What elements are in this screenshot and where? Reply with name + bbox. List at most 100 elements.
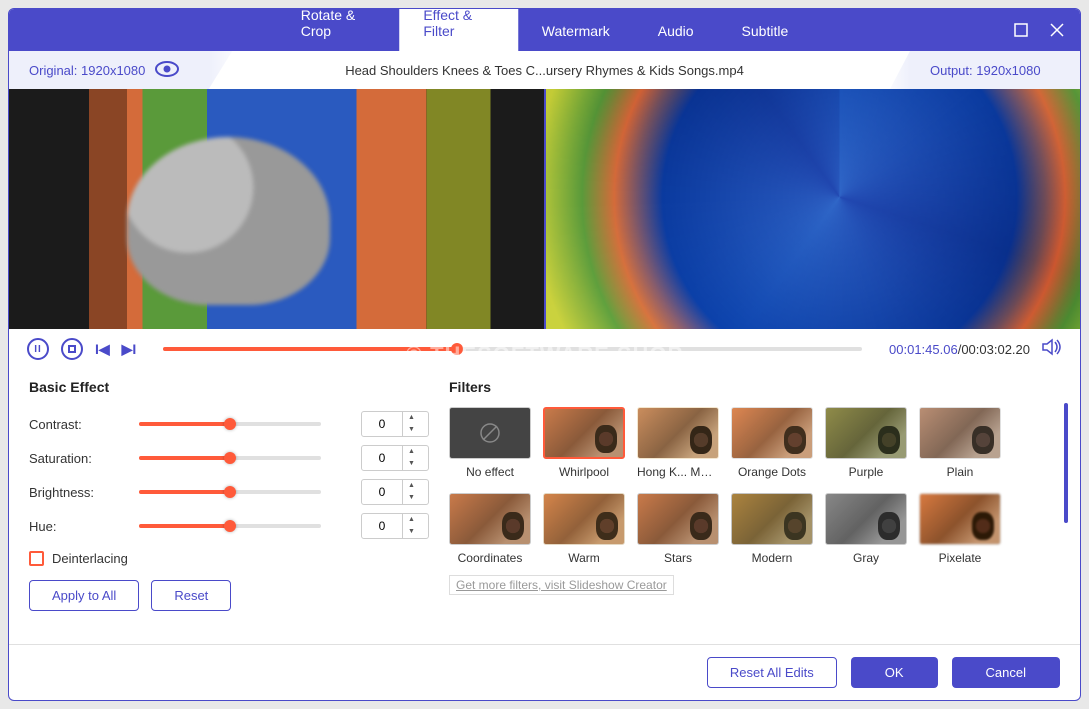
- info-bar: Original: 1920x1080 Head Shoulders Knees…: [9, 51, 1080, 89]
- deinterlacing-label: Deinterlacing: [52, 551, 128, 566]
- filter-label: Modern: [752, 551, 793, 565]
- timeline-slider[interactable]: [163, 347, 862, 351]
- contrast-thumb[interactable]: [224, 418, 236, 430]
- original-frame: [9, 89, 544, 329]
- filter-orange-dots[interactable]: Orange Dots: [731, 407, 813, 479]
- filters-scrollbar[interactable]: [1064, 403, 1068, 523]
- filter-label: Plain: [947, 465, 974, 479]
- filter-no-effect[interactable]: No effect: [449, 407, 531, 479]
- hue-up[interactable]: ▲: [403, 514, 420, 526]
- titlebar: Rotate & Crop Effect & Filter Watermark …: [9, 9, 1080, 51]
- filters-grid: No effect Whirlpool Hong K... Movie Oran…: [449, 407, 1060, 565]
- pause-button[interactable]: II: [27, 338, 49, 360]
- filter-hongk-movie[interactable]: Hong K... Movie: [637, 407, 719, 479]
- filename-label: Head Shoulders Knees & Toes C...ursery R…: [345, 63, 744, 78]
- filter-label: No effect: [466, 465, 514, 479]
- filter-plain[interactable]: Plain: [919, 407, 1001, 479]
- time-current: 00:01:45.06: [889, 342, 958, 357]
- footer: Reset All Edits OK Cancel: [9, 644, 1080, 700]
- original-resolution: Original: 1920x1080: [9, 51, 244, 89]
- pause-icon: II: [34, 344, 42, 355]
- contrast-down[interactable]: ▼: [403, 424, 420, 436]
- filter-whirlpool[interactable]: Whirlpool: [543, 407, 625, 479]
- filter-pixelate[interactable]: Pixelate: [919, 493, 1001, 565]
- filter-label: Gray: [853, 551, 879, 565]
- filter-label: Pixelate: [939, 551, 982, 565]
- tab-effect-filter[interactable]: Effect & Filter: [399, 8, 517, 51]
- saturation-row: Saturation: ▲▼: [29, 441, 429, 475]
- filter-label: Purple: [849, 465, 884, 479]
- reset-all-edits-button[interactable]: Reset All Edits: [707, 657, 837, 688]
- filter-stars[interactable]: Stars: [637, 493, 719, 565]
- more-filters-link[interactable]: Get more filters, visit Slideshow Creato…: [449, 575, 674, 595]
- filter-modern[interactable]: Modern: [731, 493, 813, 565]
- filter-purple[interactable]: Purple: [825, 407, 907, 479]
- saturation-slider[interactable]: [139, 456, 321, 460]
- filter-gray[interactable]: Gray: [825, 493, 907, 565]
- next-frame-button[interactable]: ▶I: [122, 341, 137, 358]
- contrast-slider[interactable]: [139, 422, 321, 426]
- brightness-input[interactable]: [362, 485, 402, 499]
- contrast-up[interactable]: ▲: [403, 412, 420, 424]
- filters-title: Filters: [449, 379, 1060, 395]
- brightness-down[interactable]: ▼: [403, 492, 420, 504]
- hue-input[interactable]: [362, 519, 402, 533]
- hue-down[interactable]: ▼: [403, 526, 420, 538]
- brightness-field[interactable]: ▲▼: [361, 479, 429, 505]
- saturation-down[interactable]: ▼: [403, 458, 420, 470]
- tab-watermark[interactable]: Watermark: [518, 13, 634, 51]
- filter-warm[interactable]: Warm: [543, 493, 625, 565]
- brightness-up[interactable]: ▲: [403, 480, 420, 492]
- filter-thumb: [731, 493, 813, 545]
- hue-field[interactable]: ▲▼: [361, 513, 429, 539]
- brightness-slider[interactable]: [139, 490, 321, 494]
- preview-area: © THESOFTWARE.SHOP: [9, 89, 1080, 329]
- filter-thumb-none: [449, 407, 531, 459]
- output-label: Output: 1920x1080: [930, 63, 1041, 78]
- workspace: Basic Effect Contrast: ▲▼ Saturation: ▲▼…: [9, 369, 1080, 644]
- filter-label: Whirlpool: [559, 465, 609, 479]
- filter-label: Warm: [568, 551, 600, 565]
- prev-frame-button[interactable]: I◀: [95, 341, 110, 358]
- hue-slider[interactable]: [139, 524, 321, 528]
- timeline-thumb[interactable]: [451, 343, 463, 355]
- brightness-thumb[interactable]: [224, 486, 236, 498]
- cancel-button[interactable]: Cancel: [952, 657, 1060, 688]
- filter-label: Stars: [664, 551, 692, 565]
- saturation-input[interactable]: [362, 451, 402, 465]
- close-button[interactable]: [1044, 17, 1070, 43]
- time-display: 00:01:45.06/00:03:02.20: [889, 342, 1030, 357]
- filter-thumb: [731, 407, 813, 459]
- eye-icon: [155, 61, 179, 77]
- player-controls: II I◀ ▶I 00:01:45.06/00:03:02.20: [9, 329, 1080, 369]
- original-label: Original: 1920x1080: [29, 63, 145, 78]
- deinterlacing-row[interactable]: Deinterlacing: [29, 551, 429, 566]
- filter-thumb: [825, 407, 907, 459]
- filter-coordinates[interactable]: Coordinates: [449, 493, 531, 565]
- volume-button[interactable]: [1042, 338, 1062, 361]
- saturation-thumb[interactable]: [224, 452, 236, 464]
- skip-prev-icon: I◀: [95, 341, 110, 357]
- filter-thumb: [825, 493, 907, 545]
- time-total: /00:03:02.20: [958, 342, 1030, 357]
- contrast-field[interactable]: ▲▼: [361, 411, 429, 437]
- saturation-label: Saturation:: [29, 451, 119, 466]
- maximize-button[interactable]: [1008, 17, 1034, 43]
- contrast-input[interactable]: [362, 417, 402, 431]
- tab-rotate-crop[interactable]: Rotate & Crop: [277, 8, 400, 51]
- saturation-up[interactable]: ▲: [403, 446, 420, 458]
- stop-button[interactable]: [61, 338, 83, 360]
- hue-thumb[interactable]: [224, 520, 236, 532]
- apply-all-button[interactable]: Apply to All: [29, 580, 139, 611]
- filter-thumb: [637, 407, 719, 459]
- tab-subtitle[interactable]: Subtitle: [718, 13, 813, 51]
- filter-label: Orange Dots: [738, 465, 806, 479]
- deinterlacing-checkbox[interactable]: [29, 551, 44, 566]
- preview-toggle[interactable]: [155, 61, 179, 80]
- reset-button[interactable]: Reset: [151, 580, 231, 611]
- tab-audio[interactable]: Audio: [634, 13, 718, 51]
- preview-output: [546, 89, 1081, 329]
- saturation-field[interactable]: ▲▼: [361, 445, 429, 471]
- ok-button[interactable]: OK: [851, 657, 938, 688]
- no-effect-icon: [479, 422, 501, 444]
